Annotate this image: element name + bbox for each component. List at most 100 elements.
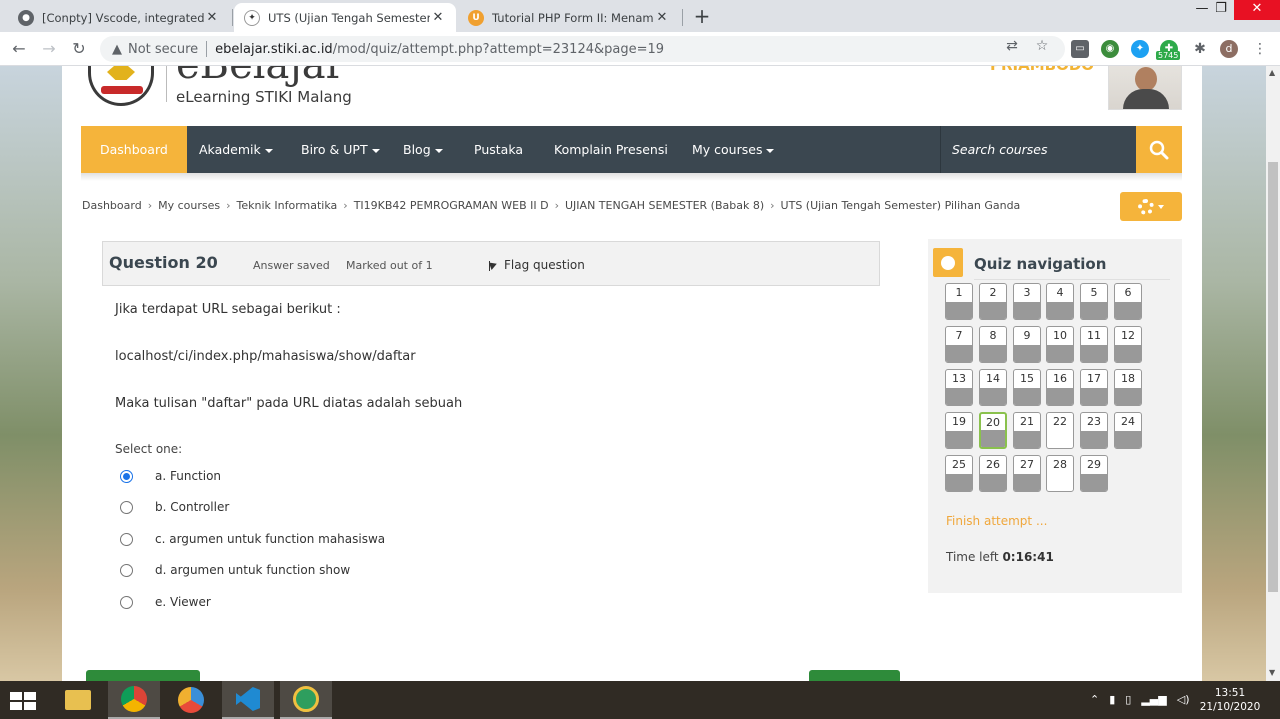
quiz-nav-button[interactable]: 29 [1080,455,1108,492]
stiki-logo[interactable] [88,66,154,106]
next-page-button[interactable] [809,670,900,681]
radio-button[interactable] [120,563,133,577]
answer-option-b[interactable]: b. Controller [120,498,229,516]
quiz-nav-button[interactable]: 7 [945,326,973,363]
volume-icon[interactable]: ◁) [1177,693,1190,706]
security-label[interactable]: Not secure [128,42,198,57]
quiz-nav-button[interactable]: 2 [979,283,1007,320]
taskbar-clock[interactable]: 13:51 21/10/2020 [1190,686,1270,714]
scroll-up-icon[interactable]: ▲ [1269,68,1275,77]
translate-icon[interactable]: ⇄ [1004,38,1020,54]
nav-komplain-presensi[interactable]: Komplain Presensi [554,126,668,173]
settings-menu-button[interactable] [1120,192,1182,221]
windows-start-icon[interactable] [10,692,36,710]
quiz-nav-button[interactable]: 24 [1114,412,1142,449]
quiz-nav-button[interactable]: 14 [979,369,1007,406]
quiz-nav-button[interactable]: 28 [1046,455,1074,492]
quiz-nav-button[interactable]: 15 [1013,369,1041,406]
quiz-nav-button[interactable]: 18 [1114,369,1142,406]
quiz-nav-button[interactable]: 3 [1013,283,1041,320]
signal-icon[interactable]: ▂▄▆ [1141,693,1166,706]
nav-blog[interactable]: Blog [403,126,443,173]
nav-my-courses[interactable]: My courses [692,126,775,173]
bookmark-star-icon[interactable]: ☆ [1034,38,1050,54]
search-courses-input[interactable]: Search courses [940,126,1135,173]
quiz-nav-button[interactable]: 8 [979,326,1007,363]
tab-close-icon[interactable]: ✕ [204,10,220,25]
quiz-nav-button[interactable]: 26 [979,455,1007,492]
quiz-nav-button[interactable]: 25 [945,455,973,492]
quiz-nav-button[interactable]: 17 [1080,369,1108,406]
tab-close-icon[interactable]: ✕ [430,10,446,25]
quiz-nav-button[interactable]: 6 [1114,283,1142,320]
user-name[interactable]: PRIAMBODO [990,66,1094,74]
answer-option-d[interactable]: d. argumen untuk function show [120,561,350,579]
radio-button[interactable] [120,532,133,546]
answer-option-a[interactable]: a. Function [120,467,221,485]
previous-page-button[interactable] [86,670,200,681]
puzzle-extensions-icon[interactable]: ✱ [1191,40,1209,58]
nav-pustaka[interactable]: Pustaka [474,126,523,173]
back-arrow-icon[interactable]: ← [8,38,30,60]
answer-option-c[interactable]: c. argumen untuk function mahasiswa [120,530,385,548]
page-scrollbar[interactable]: ▲ ▼ [1266,66,1280,681]
browser-tab-vscode[interactable]: ● [Conpty] Vscode, integrated term ✕ [8,3,230,32]
battery-icon[interactable]: ▯ [1125,693,1131,706]
brand-name[interactable]: eBelajar [176,66,345,88]
radio-button[interactable] [120,469,133,483]
more-menu-icon[interactable]: ⋮ [1251,40,1269,58]
nav-dashboard[interactable]: Dashboard [81,126,187,173]
quiz-nav-button[interactable]: 19 [945,412,973,449]
network-icon[interactable]: ▮ [1109,693,1115,706]
quiz-nav-button[interactable]: 11 [1080,326,1108,363]
forward-arrow-icon[interactable]: → [38,38,60,60]
breadcrumb-course[interactable]: TI19KB42 PEMROGRAMAN WEB II D [354,199,549,212]
quiz-nav-button[interactable]: 27 [1013,455,1041,492]
user-avatar[interactable] [1108,66,1182,110]
answer-option-e[interactable]: e. Viewer [120,593,211,611]
breadcrumb-my-courses[interactable]: My courses [158,199,220,212]
extension-globe-icon[interactable]: ◉ [1101,40,1119,58]
quiz-nav-button[interactable]: 13 [945,369,973,406]
browser-tab-uts[interactable]: ✦ UTS (Ujian Tengah Semester) Pilih ✕ [234,3,456,32]
quiz-nav-button[interactable]: 9 [1013,326,1041,363]
flag-question-button[interactable]: Flag question [489,258,585,272]
quiz-nav-button[interactable]: 1 [945,283,973,320]
breadcrumb-dashboard[interactable]: Dashboard [82,199,142,212]
tray-arrow-icon[interactable]: ⌃ [1090,693,1099,706]
finish-attempt-link[interactable]: Finish attempt ... [946,514,1047,528]
breadcrumb-quiz[interactable]: UTS (Ujian Tengah Semester) Pilihan Gand… [781,199,1021,212]
radio-button[interactable] [120,595,133,609]
breadcrumb-section[interactable]: UJIAN TENGAH SEMESTER (Babak 8) [565,199,764,212]
taskbar-vscode[interactable] [222,681,274,719]
quiz-nav-button[interactable]: 22 [1046,412,1074,449]
quiz-nav-button[interactable]: 21 [1013,412,1041,449]
quiz-nav-button[interactable]: 20 [979,412,1007,449]
twitter-icon[interactable]: ✦ [1131,40,1149,58]
address-bar[interactable]: ▲ Not secure ebelajar.stiki.ac.id /mod/q… [100,36,1065,62]
quiz-nav-button[interactable]: 12 [1114,326,1142,363]
scroll-down-icon[interactable]: ▼ [1269,668,1275,677]
nav-akademik[interactable]: Akademik [199,126,273,173]
quiz-nav-button[interactable]: 10 [1046,326,1074,363]
quiz-nav-button[interactable]: 16 [1046,369,1074,406]
breadcrumb-category[interactable]: Teknik Informatika [237,199,338,212]
extension-chat-icon[interactable]: ▭ [1071,40,1089,58]
taskbar-app-5[interactable] [280,681,332,719]
taskbar-app-3[interactable] [165,681,217,719]
reload-icon[interactable]: ↻ [68,38,90,60]
browser-tab-tutorial[interactable]: U Tutorial PHP Form II: Menampilk ✕ [458,3,680,32]
nav-biro-upt[interactable]: Biro & UPT [301,126,380,173]
maximize-button[interactable]: ❐ [1205,0,1237,20]
quiz-nav-button[interactable]: 5 [1080,283,1108,320]
profile-avatar[interactable]: d [1220,40,1238,58]
close-window-button[interactable]: ✕ [1234,0,1280,20]
scrollbar-thumb[interactable] [1268,162,1278,592]
taskbar-file-explorer[interactable] [52,681,104,719]
search-button[interactable] [1136,126,1182,173]
taskbar-chrome[interactable] [108,681,160,719]
new-tab-button[interactable]: + [690,4,714,28]
tab-close-icon[interactable]: ✕ [654,10,670,25]
radio-button[interactable] [120,500,133,514]
quiz-nav-button[interactable]: 23 [1080,412,1108,449]
